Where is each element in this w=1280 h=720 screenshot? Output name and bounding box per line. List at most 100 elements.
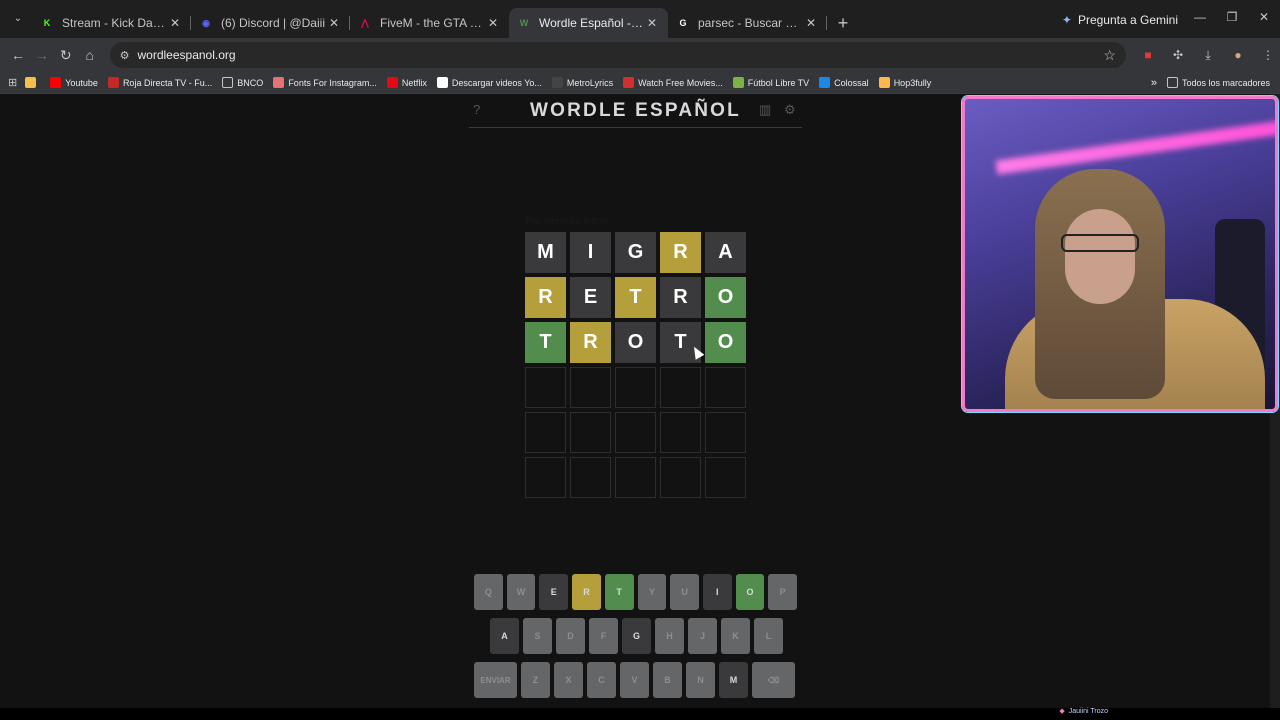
- bookmark-6[interactable]: Descargar videos Yo...: [436, 77, 542, 88]
- tile: O: [705, 277, 746, 318]
- bookmark-10[interactable]: Colossal: [819, 77, 869, 88]
- close-tab-icon[interactable]: ✕: [644, 16, 660, 30]
- key-q[interactable]: Q: [474, 574, 503, 610]
- bookmark-3[interactable]: BNCO: [222, 77, 263, 88]
- bookmark-0[interactable]: [25, 77, 40, 88]
- profile-avatar[interactable]: ●: [1226, 43, 1250, 67]
- tile: [570, 412, 611, 453]
- movies-icon: [623, 77, 635, 88]
- bookmark-label: BNCO: [237, 77, 264, 88]
- tile: [525, 412, 566, 453]
- tile: [570, 457, 611, 498]
- more-bookmarks-chevron-icon[interactable]: »: [1151, 77, 1157, 89]
- restore-button[interactable]: ❐: [1216, 0, 1248, 34]
- bookmark-7[interactable]: MetroLyrics: [551, 77, 613, 88]
- led-light: [995, 117, 1275, 175]
- key-z[interactable]: Z: [521, 662, 550, 698]
- key-c[interactable]: C: [587, 662, 616, 698]
- gemini-icon: ✦: [1061, 13, 1072, 27]
- tab-1[interactable]: ◉ (6) Discord | @Daiii ✕: [191, 8, 350, 38]
- keyboard-row: ASDFGHJKL: [474, 618, 797, 654]
- key-x[interactable]: X: [554, 662, 583, 698]
- address-bar[interactable]: ⚙ wordleespanol.org ☆: [109, 42, 1126, 68]
- key-v[interactable]: V: [620, 662, 649, 698]
- kick-logo-icon: ◆: [1059, 708, 1065, 715]
- glasses: [1061, 234, 1139, 252]
- bookmark-1[interactable]: Youtube: [50, 77, 98, 88]
- tab-2[interactable]: ⋀ FiveM - the GTA V multiplayer✕: [350, 8, 509, 38]
- reload-button[interactable]: ↻: [54, 43, 78, 67]
- key-u[interactable]: U: [670, 574, 699, 610]
- bookmark-11[interactable]: Hop3fully: [878, 77, 931, 88]
- key-m[interactable]: M: [719, 662, 748, 698]
- extension-icon[interactable]: ■: [1136, 43, 1160, 67]
- key-i[interactable]: I: [702, 574, 732, 610]
- close-window-button[interactable]: ✕: [1248, 0, 1280, 34]
- key-a[interactable]: A: [490, 618, 519, 654]
- key-r[interactable]: R: [572, 574, 601, 610]
- tab-0[interactable]: K Stream - Kick Dashboard✕: [32, 8, 191, 38]
- backspace-key[interactable]: ⌫: [752, 662, 795, 698]
- tab-4[interactable]: Gparsec - Buscar con Google✕: [668, 8, 827, 38]
- bookmark-5[interactable]: Netflix: [386, 77, 427, 88]
- tab-search-button[interactable]: ⌄: [10, 10, 26, 26]
- close-tab-icon[interactable]: ✕: [803, 16, 819, 30]
- all-bookmarks[interactable]: Todos los marcadores: [1166, 77, 1270, 88]
- wordle-icon: W: [519, 18, 529, 28]
- bookmark-9[interactable]: Fútbol Libre TV: [732, 77, 809, 88]
- key-k[interactable]: K: [721, 618, 750, 654]
- key-j[interactable]: J: [688, 618, 717, 654]
- key-g[interactable]: G: [622, 618, 651, 654]
- key-p[interactable]: P: [768, 574, 798, 610]
- close-tab-icon[interactable]: ✕: [326, 16, 342, 30]
- key-e[interactable]: E: [539, 574, 569, 610]
- help-icon[interactable]: ?: [473, 102, 480, 117]
- key-b[interactable]: B: [653, 662, 682, 698]
- close-tab-icon[interactable]: ✕: [167, 16, 183, 30]
- page-title: WORDLE ESPAÑOL: [530, 99, 741, 121]
- kick-icon: K: [43, 18, 51, 28]
- apps-grid-icon[interactable]: ⊞: [8, 76, 17, 89]
- key-t[interactable]: T: [604, 574, 634, 610]
- minimize-button[interactable]: —: [1184, 0, 1216, 34]
- extensions-puzzle-icon[interactable]: ✣: [1166, 43, 1190, 67]
- game-board: MIGRARETROTROTO: [525, 232, 746, 498]
- key-l[interactable]: L: [754, 618, 783, 654]
- keyboard-row: QWERTYUIOP: [474, 574, 798, 610]
- key-f[interactable]: F: [589, 618, 618, 654]
- site-info-icon[interactable]: ⚙: [120, 49, 130, 62]
- bookmark-8[interactable]: Watch Free Movies...: [623, 77, 723, 88]
- back-button[interactable]: ←: [6, 43, 30, 67]
- settings-gear-icon[interactable]: ⚙: [784, 102, 796, 118]
- gemini-button[interactable]: ✦ Pregunta a Gemini: [1062, 9, 1178, 31]
- bookmark-label: Colossal: [834, 77, 869, 88]
- close-tab-icon[interactable]: ✕: [485, 16, 501, 30]
- key-o[interactable]: O: [735, 574, 765, 610]
- window-controls: — ❐ ✕: [1184, 0, 1280, 34]
- key-s[interactable]: S: [523, 618, 552, 654]
- bookmark-label: Watch Free Movies...: [638, 77, 723, 88]
- key-d[interactable]: D: [556, 618, 585, 654]
- key-w[interactable]: W: [506, 574, 536, 610]
- new-tab-button[interactable]: +: [829, 9, 857, 37]
- home-button[interactable]: ⌂: [78, 43, 102, 67]
- bookmark-label: Descargar videos Yo...: [451, 77, 542, 88]
- forward-button[interactable]: →: [30, 43, 54, 67]
- enter-key[interactable]: ENVIAR: [474, 662, 517, 698]
- stats-icon[interactable]: ▥: [759, 102, 771, 118]
- key-n[interactable]: N: [686, 662, 715, 698]
- tab-title: Stream - Kick Dashboard: [62, 16, 167, 30]
- bookmark-2[interactable]: Roja Directa TV - Fu...: [107, 77, 212, 88]
- folder-icon: [222, 77, 234, 88]
- menu-kebab-icon[interactable]: ⋮: [1256, 43, 1280, 67]
- tile: [525, 367, 566, 408]
- tab-3[interactable]: W Wordle Español - Wordle ilimit✕: [509, 8, 668, 38]
- webcam-overlay: [962, 96, 1278, 412]
- key-h[interactable]: H: [655, 618, 684, 654]
- bookmark-4[interactable]: Fonts For Instagram...: [273, 77, 377, 88]
- tile: [615, 457, 656, 498]
- downloads-icon[interactable]: ⤓: [1196, 43, 1220, 67]
- url-text: wordleespanol.org: [137, 48, 236, 62]
- bookmark-star-icon[interactable]: ☆: [1103, 47, 1116, 64]
- key-y[interactable]: Y: [637, 574, 667, 610]
